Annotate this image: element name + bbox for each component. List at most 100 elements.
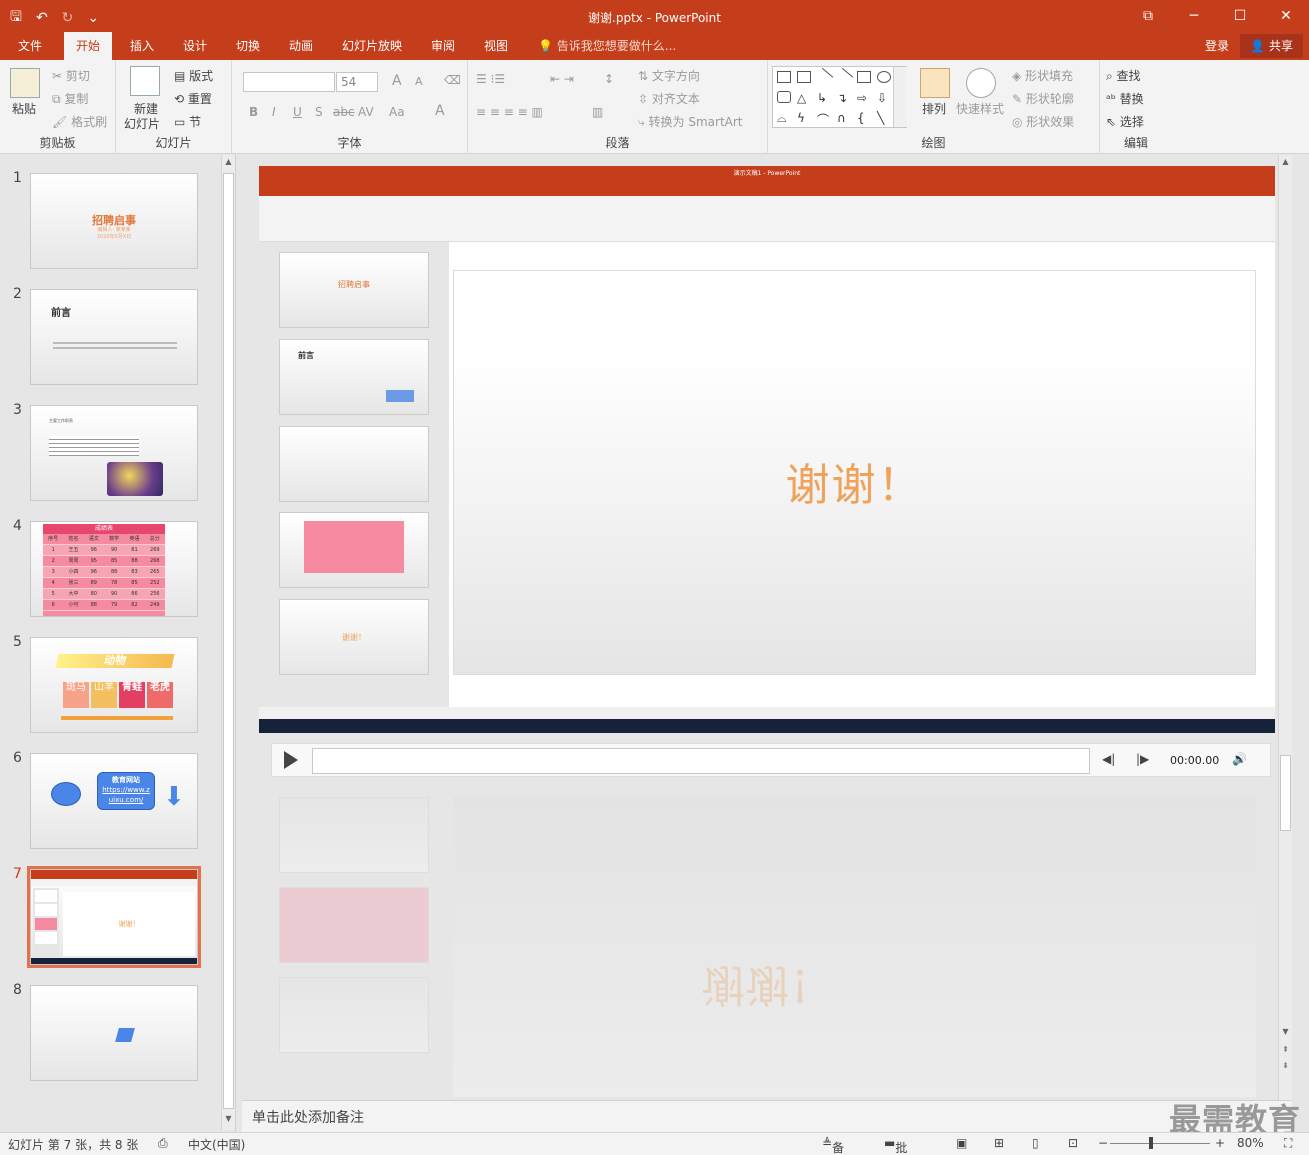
shape-fill-button[interactable]: ◈ 形状填充 xyxy=(1012,67,1073,84)
scroll-down-icon[interactable]: ▼ xyxy=(222,1114,235,1128)
find-button[interactable]: ⌕ 查找 xyxy=(1106,67,1141,84)
tab-animations[interactable]: 动画 xyxy=(279,32,323,60)
paste-button[interactable]: 粘贴 xyxy=(12,100,36,117)
oval-shape-icon[interactable] xyxy=(877,71,891,83)
zoom-level[interactable]: 80% xyxy=(1237,1136,1264,1150)
layout-button[interactable]: ▤ 版式 xyxy=(174,67,213,84)
curve-shape-icon[interactable]: ∩ xyxy=(837,111,851,125)
new-slide-icon[interactable] xyxy=(130,66,160,96)
slide-thumbnail-1[interactable]: 招聘启事 编辑人: 某某某 2020年X月X日 xyxy=(30,173,198,269)
freeform-shape-icon[interactable]: ⌓ xyxy=(777,111,791,125)
smartart-button[interactable]: ⤷ 转换为 SmartArt xyxy=(638,113,743,130)
skip-back-icon[interactable]: ◀| xyxy=(1102,752,1115,766)
tab-review[interactable]: 审阅 xyxy=(421,32,465,60)
tab-slideshow[interactable]: 幻灯片放映 xyxy=(332,32,412,60)
embedded-video-frame[interactable]: 演示文稿1 - PowerPoint 招聘启事 前言 谢谢！ 谢谢！ xyxy=(259,166,1275,733)
skip-forward-icon[interactable]: |▶ xyxy=(1136,752,1149,766)
columns-icon[interactable]: ▥ xyxy=(592,105,603,119)
reset-button[interactable]: ⟲ 重置 xyxy=(174,90,212,107)
format-painter-button[interactable]: 🖌 格式刷 xyxy=(52,113,107,130)
line-spacing-icon[interactable]: ↕ xyxy=(604,72,614,86)
rounded-rect-shape-icon[interactable] xyxy=(777,91,791,103)
tab-transitions[interactable]: 切换 xyxy=(226,32,270,60)
font-size-input[interactable]: 54 xyxy=(336,72,378,92)
tab-design[interactable]: 设计 xyxy=(173,32,217,60)
sign-in-link[interactable]: 登录 xyxy=(1205,32,1229,60)
next-slide-icon[interactable]: ⇟ xyxy=(1279,1061,1292,1075)
char-spacing-button[interactable]: AV xyxy=(358,105,374,119)
diagonal-shape-icon[interactable]: ╲ xyxy=(877,111,891,125)
right-arrow-shape-icon[interactable]: ⇨ xyxy=(857,91,871,105)
zoom-slider[interactable] xyxy=(1110,1143,1210,1144)
align-icon[interactable]: ≡ ≡ ≡ ≡ ▥ xyxy=(476,105,543,119)
bold-button[interactable]: B xyxy=(249,105,258,119)
shape-outline-button[interactable]: ✎ 形状轮廓 xyxy=(1012,90,1074,107)
quick-styles-icon[interactable] xyxy=(966,68,996,98)
font-color-button[interactable]: A xyxy=(435,103,445,119)
slide-thumbnail-8[interactable] xyxy=(30,985,198,1081)
tab-home[interactable]: 开始 xyxy=(64,32,113,60)
cut-button[interactable]: ✂ 剪切 xyxy=(52,67,90,84)
play-button[interactable] xyxy=(284,751,298,769)
scroll-up-icon[interactable]: ▲ xyxy=(1279,157,1292,171)
text-direction-button[interactable]: ⇅ 文字方向 xyxy=(638,67,700,84)
spell-check-icon[interactable]: ⎙ xyxy=(158,1136,168,1151)
vertical-textbox-shape-icon[interactable] xyxy=(797,71,811,83)
shapes-gallery-more-icon[interactable] xyxy=(893,67,907,127)
textbox-shape-icon[interactable] xyxy=(777,71,791,83)
comments-toggle[interactable]: ▬ 批注 xyxy=(884,1136,907,1155)
slide-thumbnail-3[interactable]: 主要工作职责 xyxy=(30,405,198,501)
arrange-button[interactable]: 排列 xyxy=(922,100,946,117)
scrollbar-thumb[interactable] xyxy=(223,173,234,1109)
paste-icon[interactable] xyxy=(10,68,40,98)
replace-button[interactable]: ᵃᵇ 替换 xyxy=(1106,90,1144,107)
grow-font-button[interactable]: A xyxy=(392,73,402,89)
arrange-icon[interactable] xyxy=(920,68,950,98)
normal-view-icon[interactable]: ▣ xyxy=(956,1136,967,1150)
zoom-slider-knob[interactable] xyxy=(1149,1137,1153,1149)
shrink-font-button[interactable]: A xyxy=(415,75,423,88)
previous-slide-icon[interactable]: ⇞ xyxy=(1279,1045,1292,1059)
elbow-connector-shape-icon[interactable]: ↴ xyxy=(837,91,851,105)
ribbon-display-options-icon[interactable]: ⧉ xyxy=(1125,0,1171,32)
fit-to-window-icon[interactable]: ⛶ xyxy=(1284,1136,1292,1151)
strikethrough-button[interactable]: abc xyxy=(333,105,355,119)
arc-shape-icon[interactable]: ⌒ xyxy=(817,111,831,127)
down-arrow-shape-icon[interactable]: ⇩ xyxy=(877,91,891,105)
font-name-input[interactable] xyxy=(243,72,335,92)
shadow-button[interactable]: S xyxy=(315,105,323,119)
select-button[interactable]: ⇖ 选择 xyxy=(1106,113,1144,130)
reading-view-icon[interactable]: ▯ xyxy=(1032,1136,1039,1150)
scroll-up-icon[interactable]: ▲ xyxy=(222,157,235,171)
new-slide-label2[interactable]: 幻灯片 xyxy=(124,115,160,132)
slide-scrollbar[interactable]: ▲ ▼ ⇞ ⇟ xyxy=(1278,155,1292,1100)
slide-thumbnail-2[interactable]: 前言 xyxy=(30,289,198,385)
slide-thumbnail-7[interactable]: 谢谢！ xyxy=(27,866,201,968)
align-text-button[interactable]: ⇳ 对齐文本 xyxy=(638,90,700,107)
notes-toggle[interactable]: ≜ 备注 xyxy=(822,1136,844,1155)
maximize-button[interactable]: ☐ xyxy=(1217,0,1263,32)
brace-shape-icon[interactable]: { xyxy=(857,111,871,125)
tell-me-search[interactable]: 💡 告诉我您想要做什么... xyxy=(538,32,676,60)
arrow-line-shape-icon[interactable] xyxy=(834,67,854,87)
underline-button[interactable]: U xyxy=(293,105,302,119)
scrollbar-thumb[interactable] xyxy=(1280,755,1291,831)
minimize-button[interactable]: ─ xyxy=(1171,0,1217,32)
connector-shape-icon[interactable]: ↳ xyxy=(817,91,831,105)
rectangle-shape-icon[interactable] xyxy=(857,71,871,83)
shapes-gallery[interactable]: △ ↳ ↴ ⇨ ⇩ ⌓ ϟ ⌒ ∩ { ╲ xyxy=(772,66,907,128)
share-button[interactable]: 👤 共享 xyxy=(1240,34,1303,58)
language-indicator[interactable]: 中文(中国) xyxy=(188,1136,245,1153)
zoom-out-icon[interactable]: − xyxy=(1098,1136,1108,1150)
tab-file[interactable]: 文件 xyxy=(8,32,52,60)
tab-insert[interactable]: 插入 xyxy=(120,32,164,60)
section-button[interactable]: ▭ 节 xyxy=(174,113,201,130)
lightning-shape-icon[interactable]: ϟ xyxy=(797,111,811,125)
triangle-shape-icon[interactable]: △ xyxy=(797,91,811,105)
zoom-in-icon[interactable]: + xyxy=(1215,1136,1225,1150)
close-button[interactable]: ✕ xyxy=(1263,0,1309,32)
slide-thumbnail-4[interactable]: 成绩表 序号 姓名 语文 数学 英语 总分 1 王五 96 90 81 269 2 周周 95 85 88 268… xyxy=(30,521,198,617)
quick-styles-button[interactable]: 快速样式 xyxy=(956,100,1004,117)
slide-thumbnail-5[interactable]: 动物 斑马 山羊 青蛙 老虎 xyxy=(30,637,198,733)
slide-thumbnail-6[interactable]: 教育网站 https://www.zuixu.com/ ⬇ xyxy=(30,753,198,849)
